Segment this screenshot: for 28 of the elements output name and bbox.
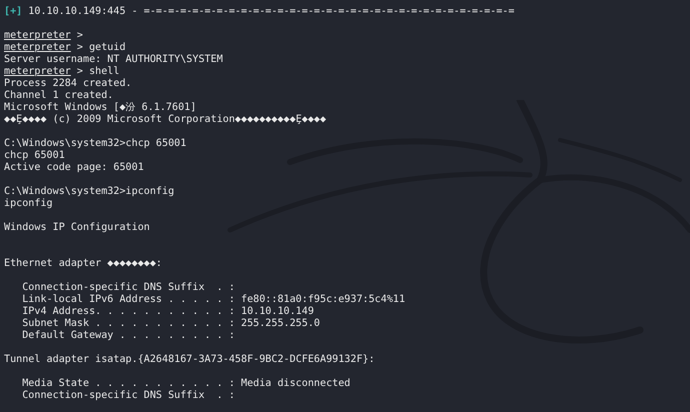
terminal-line: Default Gateway . . . . . . . . . : bbox=[21, 330, 235, 342]
terminal-line: Link-local IPv6 Address . . . . . : fe80::81a0:f95c:e937:5c4%11 bbox=[21, 294, 406, 306]
prompt-label: meterpreter bbox=[4, 42, 71, 54]
terminal-line: Connection-specific DNS Suffix . : bbox=[21, 282, 235, 294]
command-text: > getuid bbox=[76, 42, 126, 54]
terminal-line: Microsoft Windows [◆汾 6.1.7601] bbox=[4, 102, 196, 114]
terminal-line: Tunnel adapter isatap.{A2648167-3A73-458F-9BC2-DCFE6A99132F}: bbox=[4, 354, 375, 366]
command-text: > shell bbox=[76, 66, 120, 78]
terminal-line: ipconfig bbox=[4, 198, 53, 210]
terminal-line: Ethernet adapter ◆◆◆◆◆◆◆◆: bbox=[4, 258, 162, 270]
terminal-line: C:\Windows\system32>ipconfig bbox=[4, 186, 174, 198]
terminal-line: Server username: NT AUTHORITY\SYSTEM bbox=[4, 54, 223, 66]
prompt-label: meterpreter bbox=[4, 30, 71, 42]
terminal-line: Connection-specific DNS Suffix . : bbox=[21, 390, 235, 402]
terminal-line: Process 2284 created. bbox=[4, 78, 132, 90]
prompt-label: meterpreter bbox=[4, 66, 71, 78]
terminal-line: chcp 65001 bbox=[4, 150, 65, 162]
command-text: > bbox=[76, 30, 83, 42]
terminal-line: 10.10.10.149:445 - =-=-=-=-=-=-=-=-=-=-=-=-=-=-=-=-=-=-=-=-=-=-=-=-=-=-=-=-=-=-= bbox=[28, 6, 514, 18]
terminal-line: IPv4 Address. . . . . . . . . . . : 10.10.10.149 bbox=[21, 306, 314, 318]
terminal-line: Channel 1 created. bbox=[4, 90, 114, 102]
terminal-line: C:\Windows\system32>chcp 65001 bbox=[4, 138, 186, 150]
status-marker: [+] bbox=[4, 6, 22, 18]
terminal-line: Media State . . . . . . . . . . . : Media disconnected bbox=[21, 378, 350, 390]
terminal-line: Subnet Mask . . . . . . . . . . . : 255.255.255.0 bbox=[21, 318, 320, 330]
terminal-line: Active code page: 65001 bbox=[4, 162, 144, 174]
terminal-line: ◆◆Ȩ◆◆◆◆ (c) 2009 Microsoft Corporation◆◆◆◆◆◆◆◆◆◆Ȩ◆◆◆◆ bbox=[4, 114, 326, 126]
terminal-line: Windows IP Configuration bbox=[4, 222, 150, 234]
